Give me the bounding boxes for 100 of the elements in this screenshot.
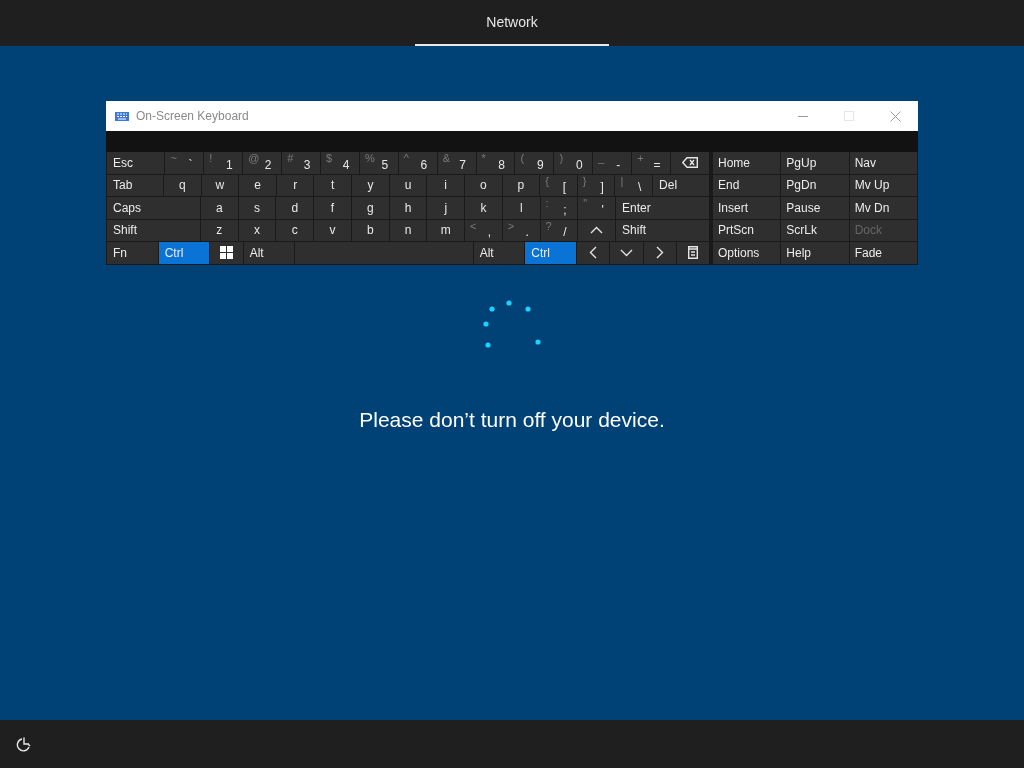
keyboard-key[interactable]: v: [314, 219, 351, 241]
keyboard-key[interactable]: z: [200, 219, 238, 241]
keyboard-key[interactable]: h: [389, 197, 427, 219]
shift-character: ~: [170, 153, 177, 164]
keyboard-key[interactable]: # 3: [282, 152, 321, 174]
keyboard-key[interactable]: ( 9: [515, 152, 554, 174]
key-character: 3: [303, 158, 311, 171]
keyboard-key[interactable]: Nav: [849, 152, 917, 174]
key-character: s: [254, 201, 260, 214]
keyboard-key[interactable]: q: [163, 174, 201, 196]
keyboard-key[interactable]: Tab: [107, 174, 163, 196]
keyboard-key[interactable]: } ]: [577, 174, 615, 196]
key-character: m: [440, 224, 451, 236]
keyboard-key[interactable]: _ -: [593, 152, 632, 174]
keyboard-key[interactable]: Fade: [849, 242, 917, 264]
keyboard-key[interactable]: : ;: [540, 197, 578, 219]
keyboard-key[interactable]: r: [276, 174, 314, 196]
keyboard-key[interactable]: Esc: [107, 152, 165, 174]
keyboard-key[interactable]: Ctrl: [525, 242, 576, 264]
keyboard-key[interactable]: ? /: [540, 219, 578, 241]
keyboard-key[interactable]: f: [314, 197, 351, 219]
keyboard-key[interactable]: Ctrl: [158, 242, 210, 264]
keyboard-key[interactable]: | \: [615, 174, 653, 196]
shift-character: {: [545, 175, 549, 187]
keyboard-key[interactable]: [676, 242, 709, 264]
keyboard-key[interactable]: d: [276, 197, 314, 219]
key-character: `: [188, 158, 193, 171]
keyboard-key[interactable]: PrtScn: [713, 219, 781, 241]
keyboard-key[interactable]: % 5: [359, 152, 398, 174]
keyboard-key[interactable]: Caps: [107, 197, 200, 219]
keyboard-key[interactable]: Del: [653, 174, 710, 196]
keyboard-key[interactable]: [671, 152, 709, 174]
keyboard-key[interactable]: Fn: [107, 242, 158, 264]
keyboard-key[interactable]: [210, 242, 243, 264]
key-character: e: [254, 179, 261, 191]
keyboard-key[interactable]: u: [389, 174, 427, 196]
keyboard-key[interactable]: t: [314, 174, 352, 196]
key-character: ,: [487, 226, 492, 238]
keyboard-key[interactable]: > .: [502, 219, 540, 241]
keyboard-key[interactable]: l: [502, 197, 540, 219]
keyboard-key[interactable]: @ 2: [243, 152, 282, 174]
keyboard-key[interactable]: m: [427, 219, 465, 241]
keyboard-key[interactable]: j: [427, 197, 465, 219]
keyboard-key[interactable]: y: [352, 174, 389, 196]
keyboard-key[interactable]: k: [465, 197, 502, 219]
keyboard-key[interactable]: Help: [781, 242, 849, 264]
keyboard-key[interactable]: b: [351, 219, 389, 241]
keyboard-key[interactable]: c: [276, 219, 314, 241]
keyboard-key[interactable]: ! 1: [204, 152, 243, 174]
key-character: .: [525, 226, 529, 238]
accessibility-icon: [16, 736, 32, 752]
key-character: q: [178, 179, 186, 191]
keyboard-key[interactable]: < ,: [465, 219, 502, 241]
keyboard-key[interactable]: a: [200, 197, 238, 219]
keyboard-key[interactable]: Home: [713, 152, 781, 174]
key-character: ;: [563, 203, 567, 216]
keyboard-key[interactable]: i: [427, 174, 464, 196]
keyboard-key[interactable]: s: [238, 197, 276, 219]
key-character: [: [562, 181, 567, 193]
keyboard-key[interactable]: " ': [578, 197, 616, 219]
keyboard-key[interactable]: PgDn: [781, 174, 849, 196]
keyboard-key[interactable]: x: [238, 219, 276, 241]
keyboard-key[interactable]: Alt: [243, 242, 295, 264]
keyboard-key[interactable]: $ 4: [321, 152, 359, 174]
key-character: j: [444, 201, 448, 214]
keyboard-key[interactable]: p: [502, 174, 540, 196]
keyboard-key[interactable]: e: [239, 174, 276, 196]
keyboard-key[interactable]: ScrLk: [781, 219, 849, 241]
keyboard-key[interactable]: Mv Dn: [849, 197, 917, 219]
shift-character: >: [507, 220, 515, 232]
keyboard-key[interactable]: Alt: [473, 242, 525, 264]
keyboard-key[interactable]: n: [389, 219, 427, 241]
key-character: o: [479, 179, 487, 191]
key-character: f: [330, 201, 335, 214]
keyboard-key[interactable]: o: [464, 174, 502, 196]
keyboard-key[interactable]: Shift: [107, 219, 200, 241]
keyboard-key[interactable]: g: [351, 197, 389, 219]
keyboard-key[interactable]: Insert: [713, 197, 781, 219]
keyboard-key[interactable]: Mv Up: [849, 174, 917, 196]
keyboard-key[interactable]: PgUp: [781, 152, 849, 174]
keyboard-key[interactable]: Options: [713, 242, 781, 264]
tab[interactable]: Network: [415, 0, 609, 46]
keyboard-key[interactable]: End: [713, 174, 781, 196]
keyboard-key[interactable]: { [: [540, 174, 577, 196]
keyboard-key[interactable]: w: [201, 174, 239, 196]
shift-character: $: [326, 153, 333, 164]
keyboard-key[interactable]: Enter: [616, 197, 709, 219]
keyboard-key[interactable]: Shift: [616, 219, 709, 241]
keyboard-key[interactable]: + =: [632, 152, 671, 174]
key-character: 9: [537, 158, 544, 171]
shift-character: +: [637, 153, 644, 164]
keyboard-key[interactable]: * 8: [476, 152, 515, 174]
key-character: \: [638, 181, 642, 193]
keyboard-key[interactable]: & 7: [437, 152, 476, 174]
keyboard-key[interactable]: Pause: [781, 197, 849, 219]
keyboard-key[interactable]: ~ `: [165, 152, 204, 174]
key-character: c: [291, 224, 298, 236]
keyboard-key[interactable]: ^ 6: [398, 152, 437, 174]
keyboard-key[interactable]: ) 0: [554, 152, 593, 174]
key-character: g: [366, 201, 374, 214]
